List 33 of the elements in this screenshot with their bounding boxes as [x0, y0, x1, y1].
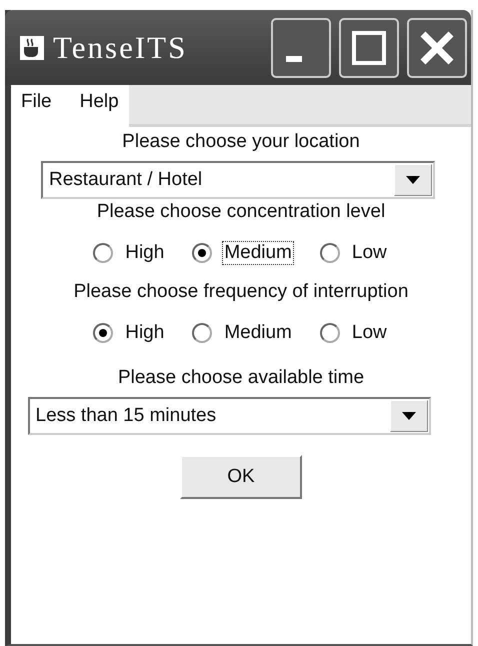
dropdown-field[interactable]: Less than 15 minutes — [28, 397, 430, 435]
minimize-button[interactable] — [271, 18, 331, 78]
radio-button[interactable] — [320, 323, 340, 343]
ok-button[interactable]: OK — [180, 455, 302, 499]
radio-button[interactable] — [192, 243, 212, 263]
section-label: Please choose concentration level — [96, 201, 386, 223]
dropdown-value: Restaurant / Hotel — [48, 169, 204, 191]
radio-label: Low — [350, 241, 388, 265]
caret-icon — [406, 176, 420, 184]
window-title: TenseITS — [53, 30, 188, 66]
dropdown-field[interactable]: Restaurant / Hotel — [41, 161, 435, 199]
radio-button[interactable] — [93, 243, 114, 263]
section-label: Please choose available time — [118, 367, 364, 389]
dropdown-button[interactable] — [390, 400, 428, 432]
radio-label: Low — [350, 321, 388, 345]
dropdown-button[interactable] — [394, 164, 432, 196]
section-label: Please choose your location — [122, 131, 360, 153]
radio-label: Medium — [222, 241, 294, 265]
section-label: Please choose frequency of interruption — [74, 281, 408, 303]
minimize-icon — [286, 56, 302, 62]
radio-label: Medium — [223, 321, 293, 345]
radio-label: High — [124, 321, 166, 345]
radio-button[interactable] — [320, 243, 340, 263]
menu-item[interactable]: File — [21, 91, 52, 121]
dropdown-value: Less than 15 minutes — [34, 405, 218, 427]
radio-button[interactable] — [192, 323, 212, 343]
caret-icon — [402, 412, 416, 420]
close-button[interactable] — [407, 18, 467, 78]
menu-item[interactable]: Help — [80, 91, 119, 121]
coffee-cup-icon — [19, 34, 45, 60]
radio-label: High — [124, 241, 166, 265]
maximize-button[interactable] — [339, 18, 399, 78]
radio-button[interactable] — [93, 323, 114, 343]
